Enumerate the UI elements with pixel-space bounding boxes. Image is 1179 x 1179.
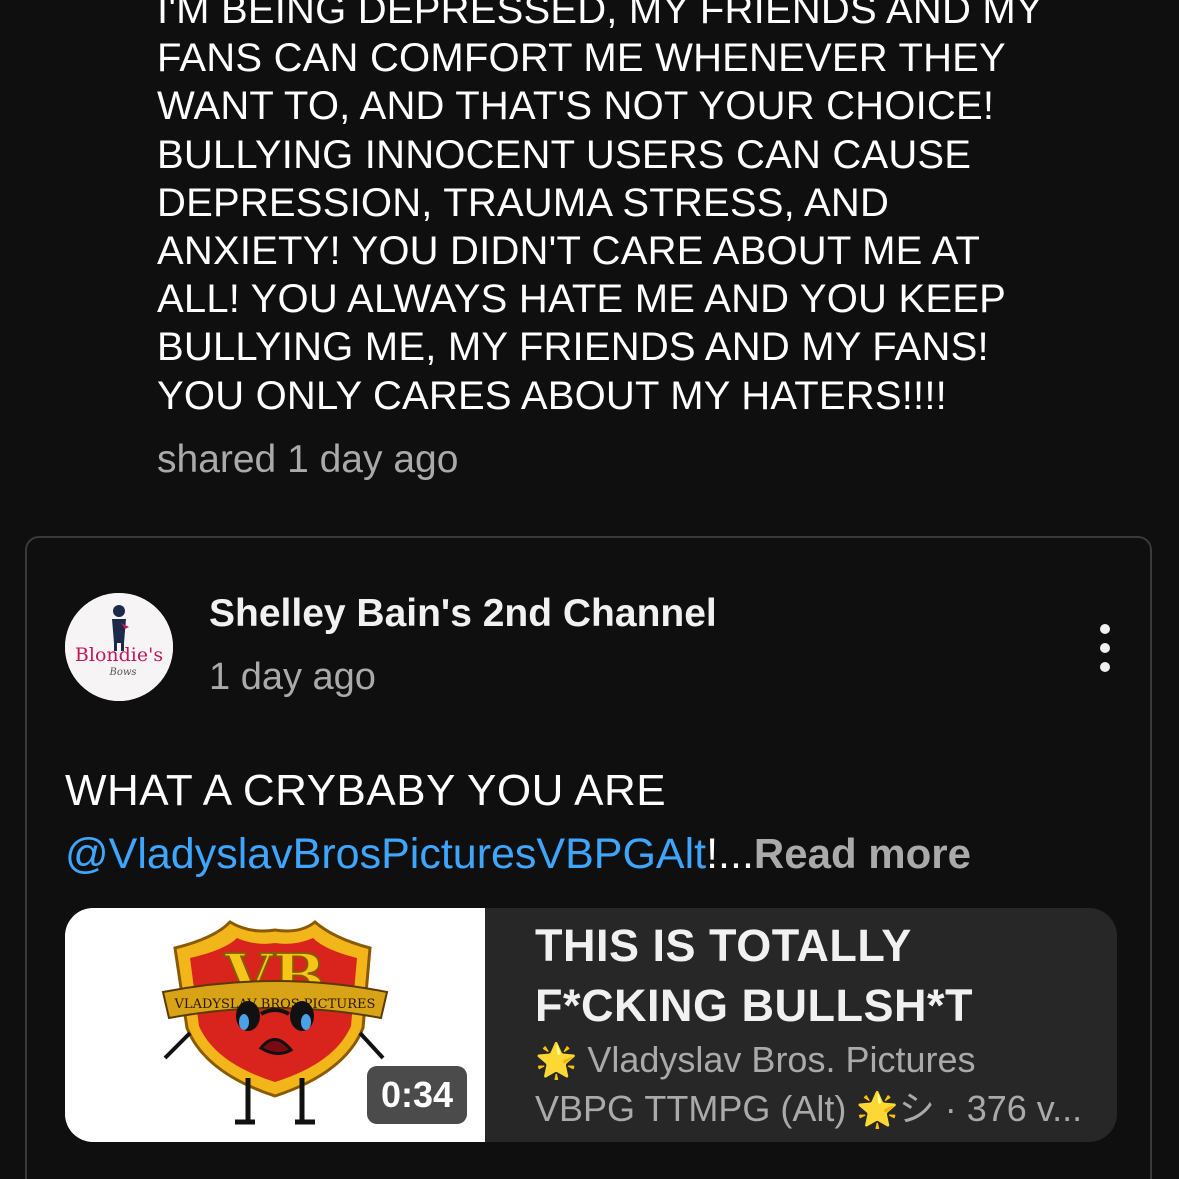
post-body: WHAT A CRYBABY YOU ARE @VladyslavBrosPic…	[65, 760, 1125, 886]
post-text-line: BULLYING INNOCENT USERS CAN CAUSE	[157, 132, 972, 177]
video-duration-badge: 0:34	[366, 1066, 467, 1124]
post-ellipsis: !...	[706, 830, 754, 878]
post-text-line: ALL! YOU ALWAYS HATE ME AND YOU KEEP	[157, 277, 1006, 322]
post-text-line: YOU ONLY CARES ABOUT MY HATERS!!!!	[157, 373, 947, 418]
star-icon: 🌟	[535, 1042, 578, 1080]
channel-avatar[interactable]: Blondie's Bows	[65, 593, 173, 701]
svg-text:Blondie's: Blondie's	[75, 644, 163, 666]
post-mention-line: @VladyslavBrosPicturesVBPGAlt!...Read mo…	[65, 822, 1125, 886]
post-timestamp[interactable]: 1 day ago	[209, 656, 376, 699]
community-feed: I'M BEING DEPRESSED, MY FRIENDS AND MY F…	[0, 0, 1179, 1179]
post-text-line: FANS CAN COMFORT ME WHENEVER THEY	[157, 36, 1006, 81]
video-channel-name: Vladyslav Bros. Pictures	[587, 1039, 976, 1080]
previous-post-body: I'M BEING DEPRESSED, MY FRIENDS AND MY F…	[157, 0, 1117, 484]
video-channel-line: 🌟 Vladyslav Bros. Pictures	[535, 1036, 1115, 1085]
video-view-count: シ · 376 v...	[898, 1088, 1083, 1129]
video-title[interactable]: THIS IS TOTALLY F*CKING BULLSH*T	[535, 916, 1095, 1036]
read-more-button[interactable]: Read more	[754, 830, 971, 877]
video-stats-line: VBPG TTMPG (Alt) 🌟シ · 376 v...	[535, 1085, 1115, 1134]
post-text-line: BULLYING ME, MY FRIENDS AND MY FANS!	[157, 325, 989, 370]
channel-name-link[interactable]: Shelley Bain's 2nd Channel	[209, 592, 717, 636]
video-title-line: THIS IS TOTALLY	[535, 920, 912, 971]
svg-text:Bows: Bows	[108, 667, 136, 678]
post-text-line: I'M BEING DEPRESSED, MY FRIENDS AND MY	[157, 0, 1043, 32]
video-metadata: 🌟 Vladyslav Bros. Pictures VBPG TTMPG (A…	[535, 1036, 1115, 1134]
mention-link[interactable]: @VladyslavBrosPicturesVBPGAlt	[65, 830, 706, 878]
post-text-line: WANT TO, AND THAT'S NOT YOUR CHOICE!	[157, 84, 995, 129]
menu-dot	[1100, 662, 1110, 672]
more-vert-icon[interactable]	[1085, 618, 1125, 678]
menu-dot	[1100, 643, 1110, 653]
blondies-bows-logo: Blondie's Bows	[65, 593, 173, 701]
menu-dot	[1100, 624, 1110, 634]
video-title-line: F*CKING BULLSH*T	[535, 980, 973, 1031]
post-text: WHAT A CRYBABY YOU ARE	[65, 766, 667, 815]
shared-timestamp: shared 1 day ago	[157, 437, 459, 481]
video-channel-tag: VBPG TTMPG (Alt)	[535, 1088, 847, 1129]
post-text-line: DEPRESSION, TRAUMA STRESS, AND	[157, 180, 890, 225]
embedded-video[interactable]: VB VLADYSLAV BROS PICTURES 0:34 THIS IS …	[65, 908, 1117, 1142]
community-post-card: Blondie's Bows Shelley Bain's 2nd Channe…	[25, 536, 1152, 1179]
post-text-line: ANXIETY! YOU DIDN'T CARE ABOUT ME AT	[157, 229, 981, 274]
star-icon: 🌟	[856, 1091, 899, 1129]
video-thumbnail[interactable]: VB VLADYSLAV BROS PICTURES 0:34	[65, 908, 485, 1142]
